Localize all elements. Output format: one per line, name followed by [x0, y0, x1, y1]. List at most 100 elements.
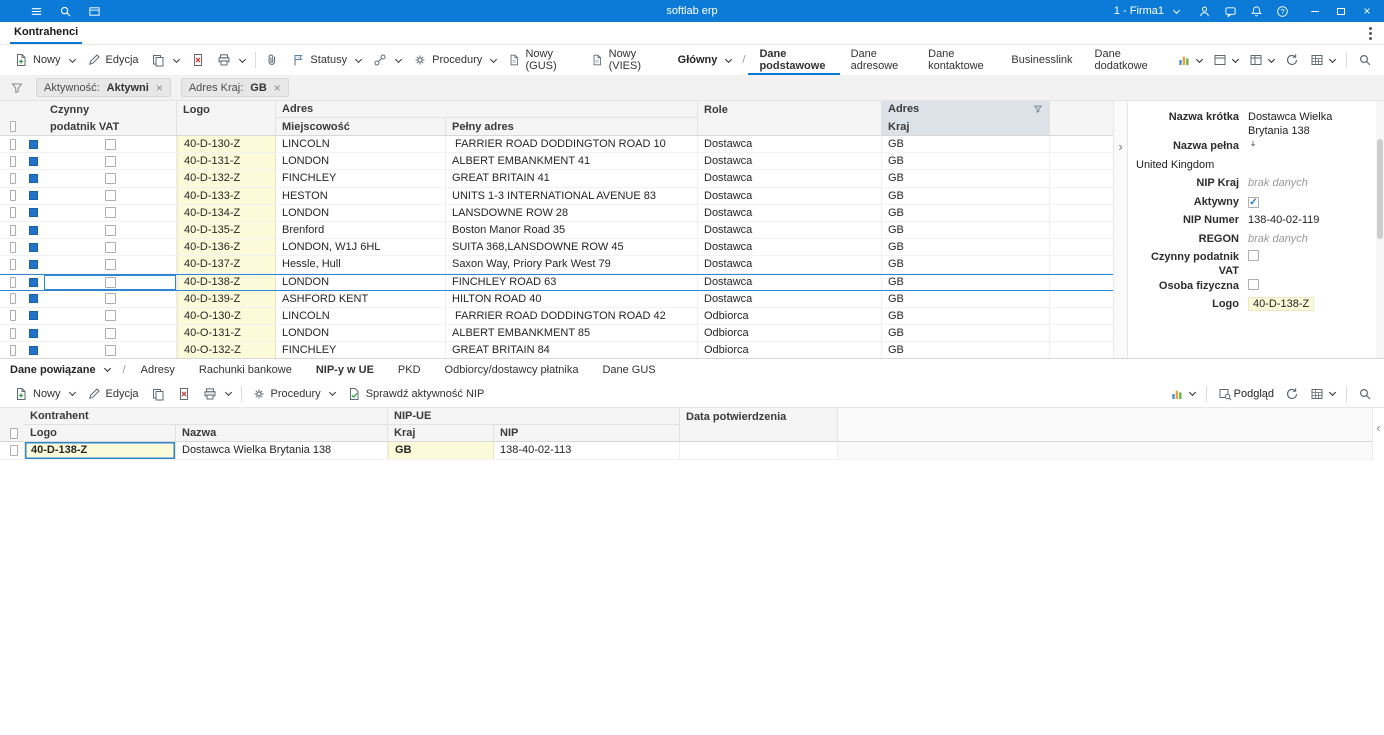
table-row[interactable]: 40-O-131-Z LONDON ALBERT EMBANKMENT 85 Odbi…: [0, 325, 1113, 343]
cell-miejscowosc[interactable]: LINCOLN: [276, 136, 446, 153]
select-all-checkbox[interactable]: [10, 121, 16, 132]
cell-miejscowosc[interactable]: FINCHLEY: [276, 342, 446, 358]
column-header-rel-nip[interactable]: NIP: [494, 425, 680, 441]
view-tab-dane-podstawowe[interactable]: Dane podstawowe: [748, 45, 839, 75]
cell-kraj[interactable]: GB: [882, 290, 1050, 307]
row-checkbox[interactable]: [10, 224, 16, 236]
table-row[interactable]: 40-D-132-Z FINCHLEY GREAT BRITAIN 41 Dostaw…: [0, 170, 1113, 188]
cell-role[interactable]: Dostawca: [698, 187, 882, 204]
cell-pelny-adres[interactable]: LANSDOWNE ROW 28: [446, 204, 698, 221]
row-checkbox[interactable]: [10, 327, 16, 339]
view-tab-dane-dodatkowe[interactable]: Dane dodatkowe: [1084, 45, 1165, 75]
cell-miejscowosc[interactable]: HESTON: [276, 187, 446, 204]
cell-role[interactable]: Dostawca: [698, 221, 882, 239]
column-header-logo[interactable]: Logo: [177, 101, 276, 118]
view-tab-businesslink[interactable]: Businesslink: [1000, 45, 1083, 75]
cell-pelny-adres[interactable]: FINCHLEY ROAD 63: [446, 274, 698, 290]
related-table-settings-button[interactable]: [1306, 384, 1339, 404]
cell-role[interactable]: Dostawca: [698, 290, 882, 307]
new-gus-button[interactable]: Nowy (GUS): [502, 48, 585, 72]
related-new-button[interactable]: Nowy: [8, 382, 81, 406]
refresh-button[interactable]: [1281, 50, 1303, 70]
attachments-button[interactable]: [259, 48, 285, 72]
cell-role[interactable]: Dostawca: [698, 204, 882, 221]
cell-czynny-vat[interactable]: [44, 239, 177, 256]
cell-logo[interactable]: 40-O-132-Z: [177, 342, 276, 358]
cell-pelny-adres[interactable]: HILTON ROAD 40: [446, 290, 698, 307]
more-options-icon[interactable]: [1369, 22, 1384, 44]
company-selector[interactable]: 1 - Firma1: [1114, 5, 1185, 17]
details-scrollbar[interactable]: [1376, 101, 1384, 358]
row-checkbox[interactable]: [10, 190, 16, 202]
vat-checkbox[interactable]: [104, 224, 116, 236]
view-selector[interactable]: Główny: [670, 45, 740, 75]
cell-miejscowosc[interactable]: ASHFORD KENT: [276, 290, 446, 307]
cell-logo[interactable]: 40-D-138-Z: [177, 274, 276, 290]
relations-button[interactable]: [367, 48, 407, 72]
cell-czynny-vat[interactable]: [44, 274, 177, 290]
row-checkbox[interactable]: [10, 207, 16, 219]
row-checkbox[interactable]: [10, 138, 16, 150]
related-collapse-handle[interactable]: ‹: [1372, 408, 1384, 460]
vat-checkbox[interactable]: [104, 293, 116, 305]
row-checkbox[interactable]: [10, 344, 16, 356]
cell-logo[interactable]: 40-D-132-Z: [177, 170, 276, 187]
cell-kraj[interactable]: GB: [882, 256, 1050, 273]
row-checkbox[interactable]: [10, 276, 16, 288]
expand-icon[interactable]: [1248, 139, 1258, 149]
cell-czynny-vat[interactable]: [44, 307, 177, 325]
row-select-cell[interactable]: [4, 170, 22, 186]
cell-kraj[interactable]: GB: [882, 307, 1050, 325]
close-button[interactable]: ×: [1354, 0, 1380, 22]
column-header-role[interactable]: Role: [698, 101, 882, 118]
related-edit-button[interactable]: Edycja: [81, 382, 145, 406]
table-row[interactable]: 40-D-139-Z ASHFORD KENT HILTON ROAD 40 Dost…: [0, 290, 1113, 308]
cell-czynny-vat[interactable]: [44, 256, 177, 273]
table-row[interactable]: 40-D-133-Z HESTON UNITS 1-3 INTERNATIONAL …: [0, 187, 1113, 205]
related-tab-dane-gus[interactable]: Dane GUS: [590, 359, 667, 380]
cell-pelny-adres[interactable]: FARRIER ROAD DODDINGTON ROAD 10: [446, 136, 698, 153]
cell-kraj[interactable]: GB: [882, 325, 1050, 342]
column-header-pelny-adres[interactable]: Pełny adres: [446, 118, 698, 135]
help-icon[interactable]: [1276, 5, 1289, 18]
statuses-button[interactable]: Statusy: [285, 48, 367, 72]
cell-miejscowosc[interactable]: FINCHLEY: [276, 170, 446, 187]
tab-kontrahenci[interactable]: Kontrahenci: [10, 22, 83, 44]
cell-miejscowosc[interactable]: LONDON: [276, 274, 446, 290]
cell-miejscowosc[interactable]: LONDON: [276, 204, 446, 221]
related-tab-pkd[interactable]: PKD: [386, 359, 433, 380]
notifications-icon[interactable]: [1250, 5, 1263, 18]
table-row[interactable]: 40-D-138-Z Dostawca Wielka Brytania 138 GB…: [0, 442, 1372, 460]
cell-miejscowosc[interactable]: Hessle, Hull: [276, 256, 446, 273]
cell-kraj[interactable]: GB: [882, 136, 1050, 153]
cell-czynny-vat[interactable]: [44, 170, 177, 187]
maximize-button[interactable]: [1328, 0, 1354, 22]
print-button[interactable]: [211, 48, 251, 72]
field-checkbox[interactable]: [1248, 278, 1259, 290]
cell-czynny-vat[interactable]: [44, 204, 177, 221]
cell-pelny-adres[interactable]: Saxon Way, Priory Park West 79: [446, 256, 698, 273]
column-header-miejscowosc[interactable]: Miejscowość: [276, 118, 446, 135]
procedures-button[interactable]: Procedury: [407, 48, 502, 72]
cell-kraj[interactable]: GB: [882, 187, 1050, 204]
collapse-panel-handle[interactable]: ›: [1113, 101, 1128, 358]
filter-chip[interactable]: Aktywność: Aktywni ×: [36, 78, 171, 97]
cell-czynny-vat[interactable]: [44, 136, 177, 153]
table-row[interactable]: 40-D-136-Z LONDON, W1J 6HL SUITA 368,LANSD…: [0, 239, 1113, 257]
related-analysis-button[interactable]: [1166, 384, 1199, 404]
row-select-cell[interactable]: [4, 325, 22, 341]
row-select-cell[interactable]: [4, 256, 22, 272]
row-select-cell[interactable]: [4, 153, 22, 169]
column-group-nipue[interactable]: NIP-UE: [388, 408, 680, 425]
row-select-cell[interactable]: [4, 308, 22, 324]
row-select-cell[interactable]: [4, 188, 22, 204]
row-select-cell[interactable]: [4, 342, 22, 358]
cell-logo[interactable]: 40-D-135-Z: [177, 221, 276, 239]
cell-miejscowosc[interactable]: LONDON: [276, 153, 446, 170]
cell-czynny-vat[interactable]: [44, 290, 177, 307]
table-row[interactable]: 40-D-135-Z Brenford Boston Manor Road 35 Do…: [0, 221, 1113, 240]
table-row[interactable]: 40-O-132-Z FINCHLEY GREAT BRITAIN 84 Odbior…: [0, 342, 1113, 358]
row-checkbox[interactable]: [10, 444, 18, 456]
cell-kraj[interactable]: GB: [882, 221, 1050, 239]
related-select-all-checkbox[interactable]: [10, 427, 18, 439]
